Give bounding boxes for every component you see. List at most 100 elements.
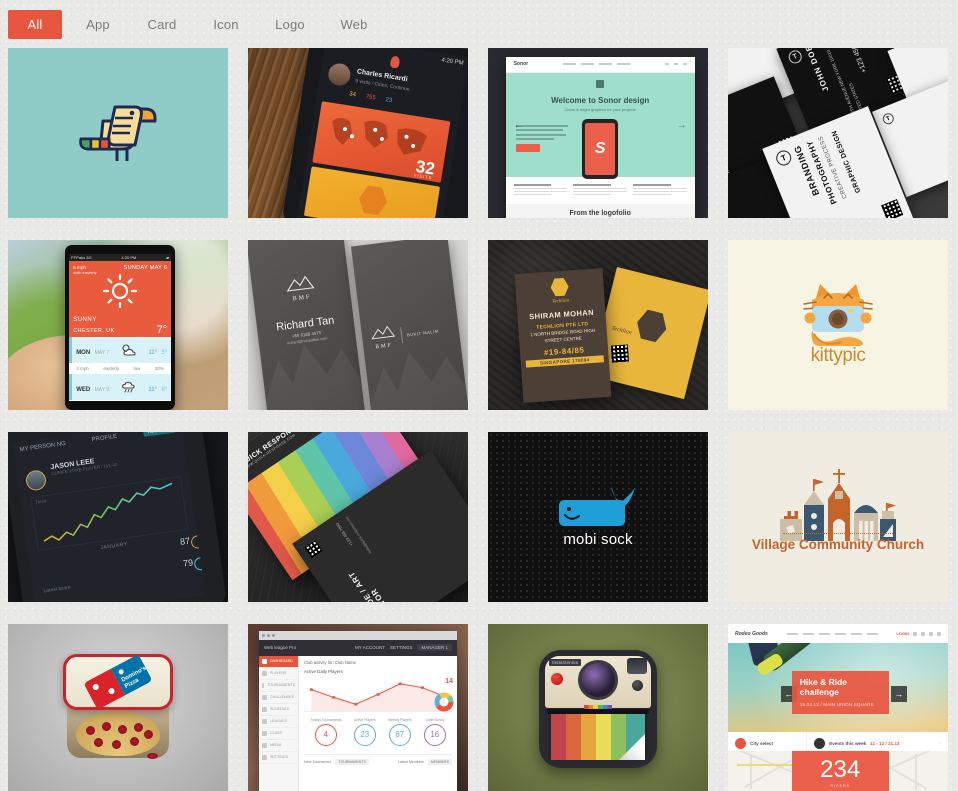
thumbnail-kittypic-logo[interactable]: kittypic — [728, 240, 948, 410]
score-latest-ring — [190, 535, 206, 550]
thumbnail-shiram-mohan-cards[interactable]: Techlion Techlion SHIRAM MOHAN TECHLION … — [488, 240, 708, 410]
sidebar-item-leagues[interactable]: LEAGUES — [259, 716, 298, 728]
card-brown: Techlion SHIRAM MOHAN TECHLION PTE LTD 1… — [514, 267, 629, 403]
sidebar-item-tournaments[interactable]: TOURNAMENTS — [259, 680, 298, 692]
sidebar: DASHBOARD PLAYERS TOURNAMENTS CHALLENGES… — [259, 655, 299, 791]
mountain-logo-icon — [371, 326, 396, 340]
thumbnail-game-dashboard-web[interactable]: Web league Pro MY ACCOUNT SETTINGS MANAG… — [248, 624, 468, 791]
filter-tab-all[interactable]: All — [8, 9, 62, 39]
thumbnail-quick-response-cards[interactable]: QUICK RESPONSE WWW.QUICK-RESPONSE.COM JO… — [248, 432, 468, 602]
temperature: 7° — [156, 324, 168, 337]
thumbnail-mobi-sock-logo[interactable]: mobi sock — [488, 432, 708, 602]
site-nav: Rodeo Goods LOGIN — [728, 624, 948, 643]
filter-tab-web[interactable]: Web — [326, 10, 382, 39]
stray-pepperoni — [146, 753, 158, 760]
status-bar: FFPabs 3G 4:20 PM ▰ — [69, 254, 172, 262]
city-select-label: City select — [735, 738, 799, 749]
thumbnail-sonor-design-web[interactable]: Sonor Welcome to Sonor design Clean & br… — [488, 48, 708, 218]
main-panel: Club activity for: Club Name Active Dail… — [299, 656, 457, 791]
monogram-icon: T — [786, 48, 804, 66]
social-icon-pinterest[interactable] — [928, 631, 933, 636]
hero-subhead: Clean & bright graphics for your project… — [564, 106, 636, 112]
site-logo: Sonor — [513, 61, 529, 67]
phone-device: FFPabs 3G 4:20 PM ▰ 5 mph sixth easterly… — [65, 245, 176, 410]
thumbnail-richard-tan-cards[interactable]: BMF Richard Tan +65 6188 4575 richard@ri… — [248, 240, 468, 410]
sidebar-item-media[interactable]: MEDIA — [259, 740, 298, 752]
kittypic-cat-camera-icon — [803, 283, 873, 346]
nav-links — [562, 63, 630, 65]
detail-low: low — [133, 366, 141, 372]
monogram-icon: T — [773, 148, 794, 168]
thumbnail-dominos-pizza-icon[interactable]: Domino's Pizza — [8, 624, 228, 791]
filter-tab-card[interactable]: Card — [134, 10, 190, 39]
mobi-sock-wordmark: mobi sock — [563, 530, 633, 548]
filter-tab-app[interactable]: App — [70, 10, 126, 39]
events-next-arrow[interactable]: › — [939, 741, 941, 747]
location-pin-icon — [735, 738, 746, 749]
thumbnail-branding-business-cards[interactable]: 25 5TH AVENUE NEW YORK 10010 UNITED STAT… — [728, 48, 948, 218]
area-chart: 14 — [304, 676, 454, 712]
forecast-low: 5° — [161, 350, 168, 357]
sidebar-item-settings[interactable]: SETTINGS — [259, 752, 298, 764]
camera-flash — [627, 658, 647, 674]
photo-print — [551, 714, 645, 760]
photo-curl — [619, 734, 645, 760]
stat-badges: 34 755 23 — [349, 91, 393, 104]
banner-meta: 15.03.13 / MAIN UNION SQUARE — [799, 701, 874, 707]
mountain-logo-icon — [286, 275, 315, 292]
whale-logo-icon — [559, 486, 635, 527]
forecast-day: MON — [76, 350, 91, 357]
qr-code-icon — [304, 540, 323, 559]
social-icon-facebook[interactable] — [920, 631, 925, 636]
header-link-account[interactable]: MY ACCOUNT — [355, 645, 385, 650]
sidebar-item-schedule[interactable]: SCHEDULE — [259, 704, 298, 716]
footer-left-button[interactable]: TOURNAMENTS — [335, 758, 369, 765]
forecast-day: WED — [76, 387, 91, 394]
thumbnail-sonar-phone-app[interactable]: FFPabs 3G 4:20 PM Charles Ricardi 9 visi… — [248, 48, 468, 218]
village-church-wordmark: Village Community Church — [751, 537, 925, 553]
dominos-wordmark: Domino's Pizza — [120, 665, 148, 690]
hero-cta-button[interactable] — [515, 144, 540, 152]
sidebar-item-challenges[interactable]: CHALLENGES — [259, 692, 298, 704]
logo-sub: BUKIT MALIM — [406, 328, 440, 338]
city-text: CHESTER, UK — [73, 328, 115, 335]
stat-label: Active Players — [354, 717, 376, 722]
forecast-row-wed: WED MAY 9 11° 8° — [69, 374, 172, 401]
slider-next-button[interactable]: → — [890, 686, 907, 702]
sidebar-item-dashboard[interactable]: DASHBOARD — [259, 655, 298, 668]
stat-value: 4 — [314, 723, 337, 746]
thumbnail-jason-leee-profile[interactable]: MY PERSON NG PROFILE ADD NEW JASON LEEE … — [8, 432, 228, 602]
current-weather: 5 mph sixth easterly SUNDAY MAY 6 SUNNY … — [69, 261, 172, 338]
forecast-high: 11° — [148, 387, 157, 394]
card-back-logo: BMF BUKIT MALIM — [369, 319, 441, 351]
social-icon-linkedin[interactable] — [936, 631, 941, 636]
header-user-menu[interactable]: MANAGER 1 — [417, 644, 452, 652]
rider-count-value: 234 — [820, 755, 861, 783]
phone-screen-logo: S — [585, 122, 616, 175]
forecast-low: 8° — [161, 387, 168, 394]
header-link-settings[interactable]: SETTINGS — [390, 645, 413, 650]
sidebar-item-players[interactable]: PLAYERS — [259, 668, 298, 680]
footer-left-label: Next Tournament — [304, 759, 332, 764]
area-chart-svg — [309, 682, 447, 711]
thumbnail-village-community-church-logo[interactable]: Village Community Church — [728, 432, 948, 602]
forecast-date: MAY 7 — [94, 350, 110, 357]
carousel-next-arrow[interactable]: → — [677, 120, 687, 131]
thumbnail-bird-logo[interactable] — [8, 48, 228, 218]
thumbnail-hike-ride-web[interactable]: Rodeo Goods LOGIN ← → Hike & Ride challe… — [728, 624, 948, 791]
footer-right-label: Latest Members — [398, 759, 424, 764]
thumbnail-instagenius-icon[interactable]: InstaGenius — [488, 624, 708, 791]
filter-tab-logo[interactable]: Logo — [262, 10, 318, 39]
stat-label: Weekly Players — [388, 717, 412, 722]
nav-icons — [664, 63, 687, 65]
site-logo: Rodeo Goods — [735, 630, 768, 637]
logo-text: BMF — [292, 293, 312, 302]
filter-tab-icon[interactable]: Icon — [198, 10, 254, 39]
logofolio-title: From the logofolio — [569, 209, 631, 217]
thumbnail-weather-app-phone[interactable]: FFPabs 3G 4:20 PM ▰ 5 mph sixth easterly… — [8, 240, 228, 410]
nav-login[interactable]: LOGIN — [896, 631, 909, 636]
phone-device: FFPabs 3G 4:20 PM Charles Ricardi 9 visi… — [281, 48, 468, 218]
footer-right-button[interactable]: MEMBERS — [427, 758, 452, 765]
sidebar-item-clubs[interactable]: CLUBS — [259, 728, 298, 740]
social-icon-twitter[interactable] — [912, 631, 917, 636]
